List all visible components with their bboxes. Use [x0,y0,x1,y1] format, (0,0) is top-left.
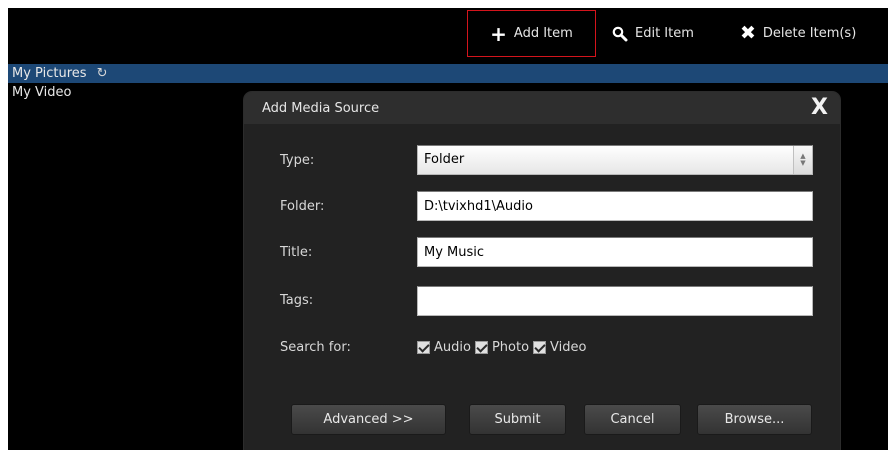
tags-input[interactable] [417,286,813,316]
delete-items-button[interactable]: ✖ Delete Item(s) [740,10,856,57]
list-item-label: My Pictures [12,66,87,81]
advanced-button[interactable]: Advanced >> [291,404,446,435]
toolbar: + Add Item Edit Item ✖ Delete Item(s) [8,8,888,57]
video-checkbox-label: Video [550,340,587,355]
title-label: Title: [280,245,313,260]
type-select-value: Folder [424,152,465,167]
delete-items-label: Delete Item(s) [762,26,857,41]
add-item-button[interactable]: + Add Item [467,10,596,57]
type-select[interactable]: Folder ▲ ▼ [417,145,813,175]
dialog-header: Add Media Source X [244,92,840,124]
title-input[interactable] [417,237,813,267]
x-icon: ✖ [740,22,756,44]
checkbox-checked-icon [533,341,547,354]
search-for-options: Audio Photo Video [417,340,590,355]
select-arrows-icon: ▲ ▼ [793,146,812,174]
checkbox-checked-icon [474,341,488,354]
checkbox-checked-icon [417,341,430,354]
folder-label: Folder: [280,199,325,214]
add-item-label: Add Item [513,26,573,41]
list-item-label: My Video [12,85,72,100]
tags-label: Tags: [280,293,314,308]
folder-input[interactable] [417,191,813,221]
audio-checkbox-label: Audio [434,340,471,355]
dialog-title: Add Media Source [262,101,380,116]
plus-icon: + [490,21,507,46]
add-media-source-dialog: Add Media Source X Type: Folder ▲ ▼ Folde… [244,92,840,450]
refresh-icon[interactable]: ↻ [97,64,108,83]
photo-checkbox[interactable]: Photo [474,340,530,355]
audio-checkbox[interactable]: Audio [417,340,471,355]
photo-checkbox-label: Photo [491,340,530,355]
close-icon[interactable]: X [811,97,828,119]
list-item[interactable]: My Pictures ↻ [8,64,888,83]
type-label: Type: [280,153,315,168]
edit-item-label: Edit Item [635,26,694,41]
browse-button[interactable]: Browse... [697,404,812,435]
video-checkbox[interactable]: Video [533,340,586,355]
submit-button[interactable]: Submit [469,404,566,435]
search-icon [612,26,628,42]
app-window: + Add Item Edit Item ✖ Delete Item(s) My… [8,8,888,450]
search-for-label: Search for: [280,340,351,355]
cancel-button[interactable]: Cancel [584,404,681,435]
edit-item-button[interactable]: Edit Item [612,10,694,57]
